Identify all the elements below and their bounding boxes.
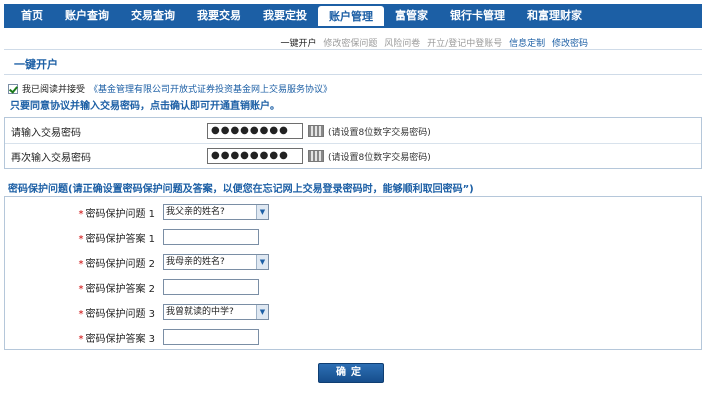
top-nav: 首页 账户查询 交易查询 我要交易 我要定投 账户管理 富管家 银行卡管理 和富… <box>4 4 702 28</box>
security-question-label-3: 密码保护问题 3 <box>85 308 155 320</box>
security-question-select-2[interactable]: 我母亲的姓名? ▼ <box>163 254 269 270</box>
security-answer-label-2: 密码保护答案 2 <box>85 283 155 295</box>
nav-item-hefu-licaijia[interactable]: 和富理财家 <box>516 4 593 26</box>
security-answer-input-3[interactable] <box>163 329 259 345</box>
security-answer-label-1: 密码保护答案 1 <box>85 233 155 245</box>
divider <box>4 74 702 75</box>
security-answer-row-1: * 密码保护答案 1 <box>5 227 701 247</box>
security-answer-row-3: * 密码保护答案 3 <box>5 327 701 347</box>
security-question-value-2: 我母亲的姓名? <box>166 257 225 267</box>
nav-item-fixed-investment[interactable]: 我要定投 <box>252 4 318 26</box>
security-question-label-2: 密码保护问题 2 <box>85 258 155 270</box>
chevron-down-icon: ▼ <box>256 255 268 269</box>
subnav-one-click-open[interactable]: 一键开户 <box>281 39 317 49</box>
open-account-notice: 只要同意协议并输入交易密码，点击确认即可开通直销账户。 <box>10 101 280 112</box>
password-confirm-input[interactable]: ●●●●●●●● <box>207 148 303 164</box>
keyboard-icon[interactable] <box>308 150 324 162</box>
required-mark: * <box>78 258 84 270</box>
password-row: 请输入交易密码 ●●●●●●●● (请设置8位数字交易密码) <box>11 119 697 143</box>
agreement-text: 我已阅读并接受 <box>22 85 86 95</box>
agreement-row: 我已阅读并接受 《基金管理有限公司开放式证券投资基金网上交易服务协议》 <box>8 82 332 95</box>
password-input[interactable]: ●●●●●●●● <box>207 123 303 139</box>
subnav-risk-questionnaire[interactable]: 风险问卷 <box>384 39 420 49</box>
sub-nav: 一键开户 修改密保问题 风险问卷 开立/登记中登账号 信息定制 修改密码 <box>277 36 589 49</box>
nav-item-trade[interactable]: 我要交易 <box>186 4 252 26</box>
subnav-modify-security-question[interactable]: 修改密保问题 <box>323 39 377 49</box>
password-confirm-hint: (请设置8位数字交易密码) <box>328 152 431 163</box>
keyboard-icon[interactable] <box>308 125 324 137</box>
security-question-select-3[interactable]: 我曾就读的中学? ▼ <box>163 304 269 320</box>
subnav-info-customize[interactable]: 信息定制 <box>509 39 545 49</box>
password-hint: (请设置8位数字交易密码) <box>328 127 431 138</box>
confirm-button[interactable]: 确定 <box>318 363 384 383</box>
security-answer-input-1[interactable] <box>163 229 259 245</box>
required-mark: * <box>78 308 84 320</box>
security-answer-label-3: 密码保护答案 3 <box>85 333 155 345</box>
security-question-box: * 密码保护问题 1 我父亲的姓名? ▼ * 密码保护答案 1 * 密码保护问题 2 我… <box>4 196 702 350</box>
section-title: 一键开户 <box>14 58 58 71</box>
security-answer-row-2: * 密码保护答案 2 <box>5 277 701 297</box>
nav-item-wealth-manager[interactable]: 富管家 <box>384 4 439 26</box>
subnav-register-account[interactable]: 开立/登记中登账号 <box>427 39 502 49</box>
password-label: 请输入交易密码 <box>11 127 81 139</box>
nav-item-home[interactable]: 首页 <box>10 4 54 26</box>
required-mark: * <box>78 283 84 295</box>
nav-item-trade-query[interactable]: 交易查询 <box>120 4 186 26</box>
security-question-select-1[interactable]: 我父亲的姓名? ▼ <box>163 204 269 220</box>
security-question-row-3: * 密码保护问题 3 我曾就读的中学? ▼ <box>5 302 701 322</box>
nav-item-account-management[interactable]: 账户管理 <box>318 6 384 26</box>
security-answer-input-2[interactable] <box>163 279 259 295</box>
password-confirm-row: 再次输入交易密码 ●●●●●●●● (请设置8位数字交易密码) <box>11 144 697 168</box>
agreement-checkbox[interactable] <box>8 83 18 94</box>
security-question-value-3: 我曾就读的中学? <box>166 307 234 317</box>
security-question-title: 密码保护问题(请正确设置密码保护问题及答案，以便您在忘记网上交易登录密码时，能够… <box>8 184 474 195</box>
required-mark: * <box>78 233 84 245</box>
security-question-row-2: * 密码保护问题 2 我母亲的姓名? ▼ <box>5 252 701 272</box>
security-question-row-1: * 密码保护问题 1 我父亲的姓名? ▼ <box>5 202 701 222</box>
subnav-change-password[interactable]: 修改密码 <box>552 39 588 49</box>
divider <box>4 49 702 50</box>
required-mark: * <box>78 208 84 220</box>
chevron-down-icon: ▼ <box>256 205 268 219</box>
chevron-down-icon: ▼ <box>256 305 268 319</box>
nav-item-bank-card[interactable]: 银行卡管理 <box>439 4 516 26</box>
password-box: 请输入交易密码 ●●●●●●●● (请设置8位数字交易密码) 再次输入交易密码 … <box>4 117 702 169</box>
agreement-link[interactable]: 《基金管理有限公司开放式证券投资基金网上交易服务协议》 <box>89 82 332 95</box>
security-question-label-1: 密码保护问题 1 <box>85 208 155 220</box>
password-confirm-label: 再次输入交易密码 <box>11 152 91 164</box>
nav-item-account-query[interactable]: 账户查询 <box>54 4 120 26</box>
required-mark: * <box>78 333 84 345</box>
security-question-value-1: 我父亲的姓名? <box>166 207 225 217</box>
